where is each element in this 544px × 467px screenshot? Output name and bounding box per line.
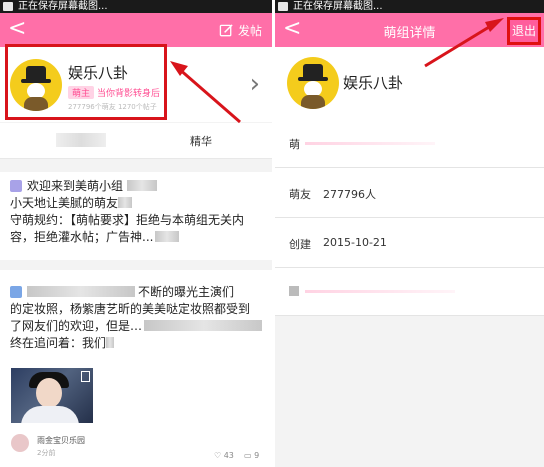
page-title: 萌组详情 — [383, 26, 436, 41]
post-line: 容，拒绝灌水帖；广告神... — [10, 229, 262, 246]
post-line: 的定妆照，杨紫唐艺昕的美美哒定妆照都受到 — [10, 302, 251, 316]
status-bar: 正在保存屏幕截图... — [0, 0, 272, 13]
top-bar: < 萌组详情 退出 — [275, 13, 544, 47]
exit-group-button[interactable]: 退出 — [507, 17, 541, 45]
info-row-owner[interactable]: 萌 — [275, 118, 544, 168]
comment-icon: ▭ — [244, 451, 255, 460]
chevron-right-icon[interactable]: › — [250, 69, 260, 99]
empty-area — [275, 316, 544, 467]
post-card-news[interactable]: 不断的曝光主演们 的定妆照，杨紫唐艺昕的美美哒定妆照都受到 了网友们的欢迎，但是… — [0, 270, 272, 467]
description-icon — [289, 286, 299, 296]
post-label: 发帖 — [237, 24, 262, 38]
screenshot-icon — [3, 2, 13, 11]
info-key: 萌 — [289, 138, 300, 151]
status-text: 正在保存屏幕截图... — [293, 1, 383, 12]
author-avatar[interactable] — [11, 434, 29, 452]
tab-featured[interactable]: 精华 — [190, 133, 212, 149]
author-name[interactable]: 雨金宝贝乐园 — [37, 435, 85, 446]
pinned-tag-icon — [10, 180, 22, 192]
post-title: 欢迎来到美萌小组 — [10, 178, 262, 195]
info-row-created: 创建 2015-10-21 — [275, 218, 544, 268]
info-value: 277796人 — [323, 188, 376, 201]
info-key: 创建 — [289, 238, 311, 251]
group-avatar — [287, 57, 339, 109]
group-name: 娱乐八卦 — [343, 74, 404, 92]
post-button[interactable]: 发帖 — [219, 22, 262, 39]
edit-post-icon — [219, 24, 233, 37]
post-line: 守萌规约：【萌帖要求】拒绝与本萌组无关内 — [10, 213, 245, 227]
like-icon: ♡ — [214, 451, 224, 460]
info-row-members: 萌友 277796人 — [275, 168, 544, 218]
status-bar: 正在保存屏幕截图... — [275, 0, 544, 13]
info-key: 萌友 — [289, 188, 311, 201]
comment-count[interactable]: ▭ 9 — [244, 451, 259, 460]
post-card-welcome[interactable]: 欢迎来到美萌小组 小天地让美腻的萌友 守萌规约：【萌帖要求】拒绝与本萌组无关内 … — [0, 172, 272, 260]
post-thumbnail[interactable] — [11, 368, 93, 423]
post-line: 了网友们的欢迎，但是… — [10, 318, 262, 335]
info-value: 2015-10-21 — [323, 236, 387, 249]
left-screen: 正在保存屏幕截图... < 发帖 娱乐八卦 萌主 当你背影转身后 277796个… — [0, 0, 272, 467]
back-arrow-icon[interactable]: < — [8, 18, 26, 40]
right-screen: 正在保存屏幕截图... < 萌组详情 退出 娱乐八卦 萌 萌友 277796人 … — [275, 0, 544, 467]
status-text: 正在保存屏幕截图... — [18, 1, 108, 12]
post-line: 终在追问着：我们 — [10, 335, 262, 352]
screenshot-icon — [278, 2, 288, 11]
group-summary: 娱乐八卦 — [275, 47, 544, 118]
group-header-highlight — [5, 44, 167, 120]
like-count[interactable]: ♡ 43 — [214, 451, 234, 460]
group-tabs: 精华 — [0, 123, 272, 159]
post-line: 小天地让美腻的萌友 — [10, 195, 262, 212]
info-row-description — [275, 268, 544, 316]
post-tag-icon — [10, 286, 22, 298]
top-bar: < 发帖 — [0, 13, 272, 47]
post-time: 2分前 — [37, 449, 56, 457]
post-title: 不断的曝光主演们 — [10, 284, 262, 301]
tab-all[interactable] — [56, 133, 106, 147]
